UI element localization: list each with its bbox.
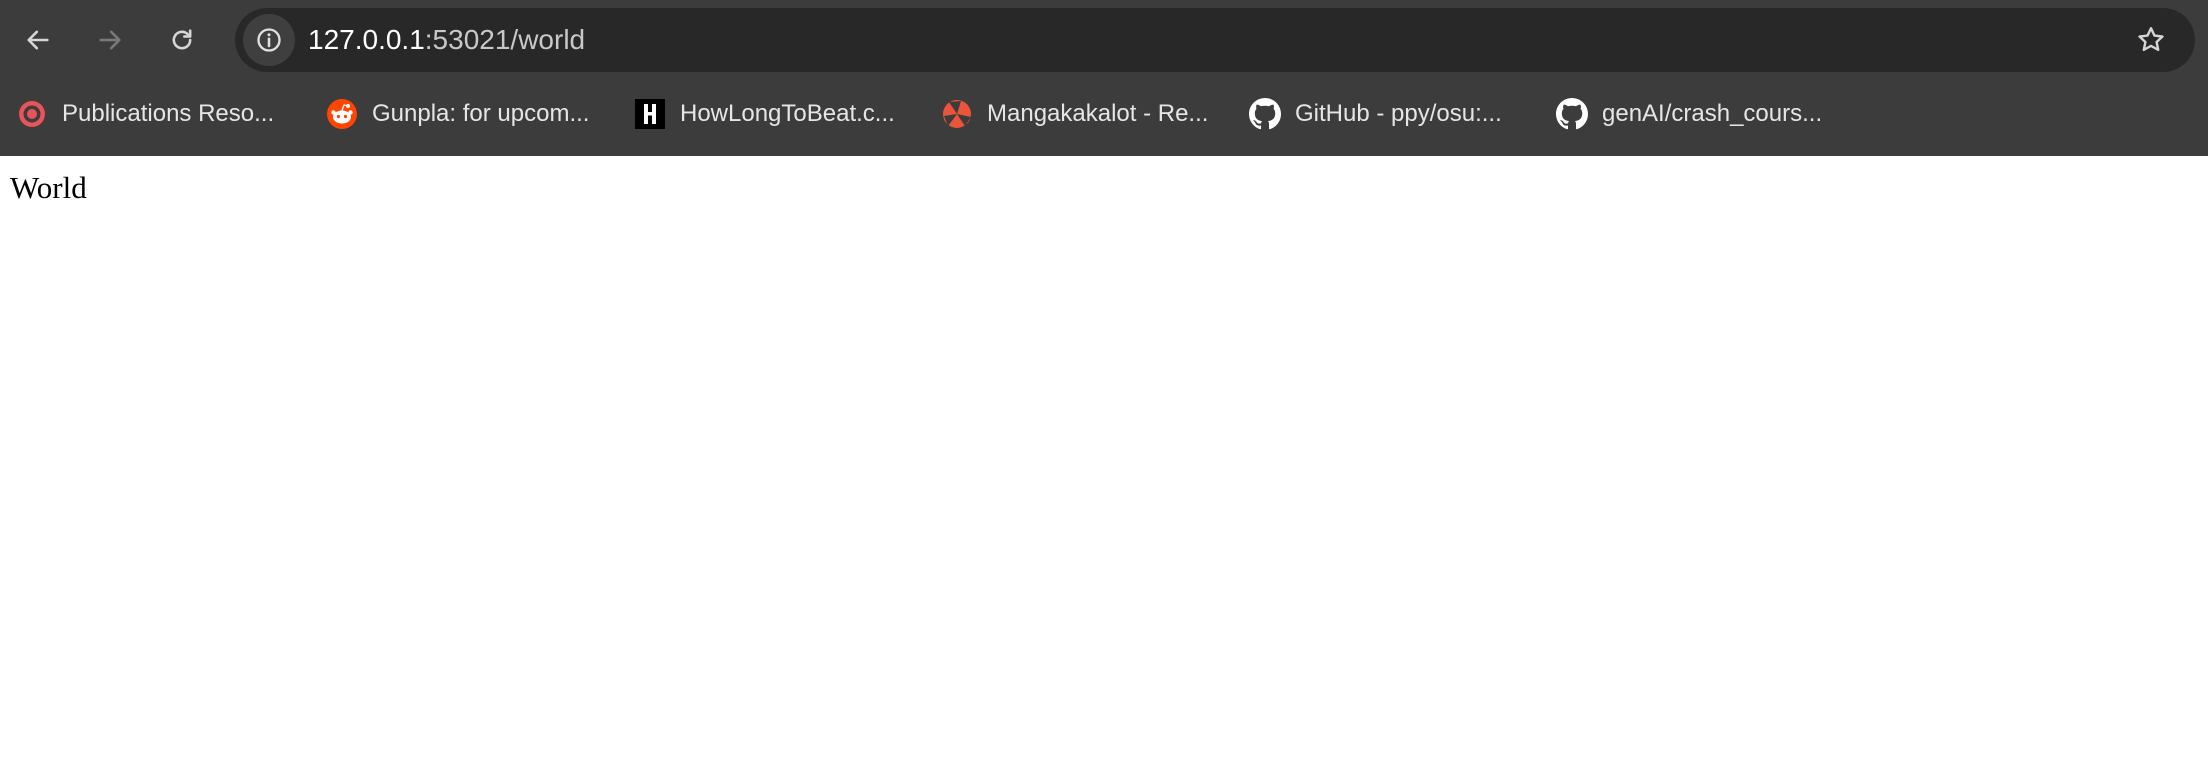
github-icon — [1556, 98, 1588, 130]
bookmark-label: Gunpla: for upcom... — [372, 100, 590, 127]
page-content: World — [0, 156, 2208, 760]
mangakakalot-icon — [941, 98, 973, 130]
url-path: :53021/world — [424, 24, 586, 55]
bookmark-item[interactable]: HowLongToBeat.c... — [634, 88, 895, 140]
bookmark-item[interactable]: Gunpla: for upcom... — [326, 88, 589, 140]
browser-chrome: 127.0.0.1:53021/world Publications Reso.… — [0, 0, 2208, 156]
forward-button[interactable] — [90, 20, 130, 60]
reddit-icon — [326, 98, 358, 130]
bookmark-item[interactable]: Publications Reso... — [16, 88, 274, 140]
back-arrow-icon — [27, 30, 49, 50]
reload-button[interactable] — [162, 20, 202, 60]
address-bar[interactable]: 127.0.0.1:53021/world — [235, 8, 2195, 72]
bookmark-label: Mangakakalot - Re... — [987, 100, 1209, 127]
back-button[interactable] — [18, 20, 58, 60]
forward-arrow-icon — [99, 30, 121, 50]
info-icon — [257, 28, 281, 52]
site-info-button[interactable] — [243, 14, 295, 66]
bookmark-star-button[interactable] — [2133, 22, 2169, 58]
bookmark-label: HowLongToBeat.c... — [680, 100, 895, 127]
bookmark-item[interactable]: Mangakakalot - Re... — [941, 88, 1208, 140]
bookmarks-bar: Publications Reso... Gunpla: for upcom..… — [0, 88, 2208, 140]
page-body-text: World — [10, 170, 87, 205]
url-host: 127.0.0.1 — [308, 24, 425, 55]
reload-icon — [172, 29, 192, 50]
github-icon — [1249, 98, 1281, 130]
bookmark-label: genAI/crash_cours... — [1602, 100, 1823, 127]
target-icon — [16, 98, 48, 130]
url-text[interactable]: 127.0.0.1:53021/world — [308, 8, 585, 72]
bookmark-label: Publications Reso... — [62, 100, 275, 127]
hltb-icon — [634, 98, 666, 130]
bookmark-label: GitHub - ppy/osu:... — [1295, 100, 1502, 127]
bookmark-item[interactable]: genAI/crash_cours... — [1556, 88, 1822, 140]
star-icon — [2138, 27, 2164, 52]
bookmark-item[interactable]: GitHub - ppy/osu:... — [1249, 88, 1502, 140]
browser-toolbar: 127.0.0.1:53021/world — [0, 0, 2208, 80]
